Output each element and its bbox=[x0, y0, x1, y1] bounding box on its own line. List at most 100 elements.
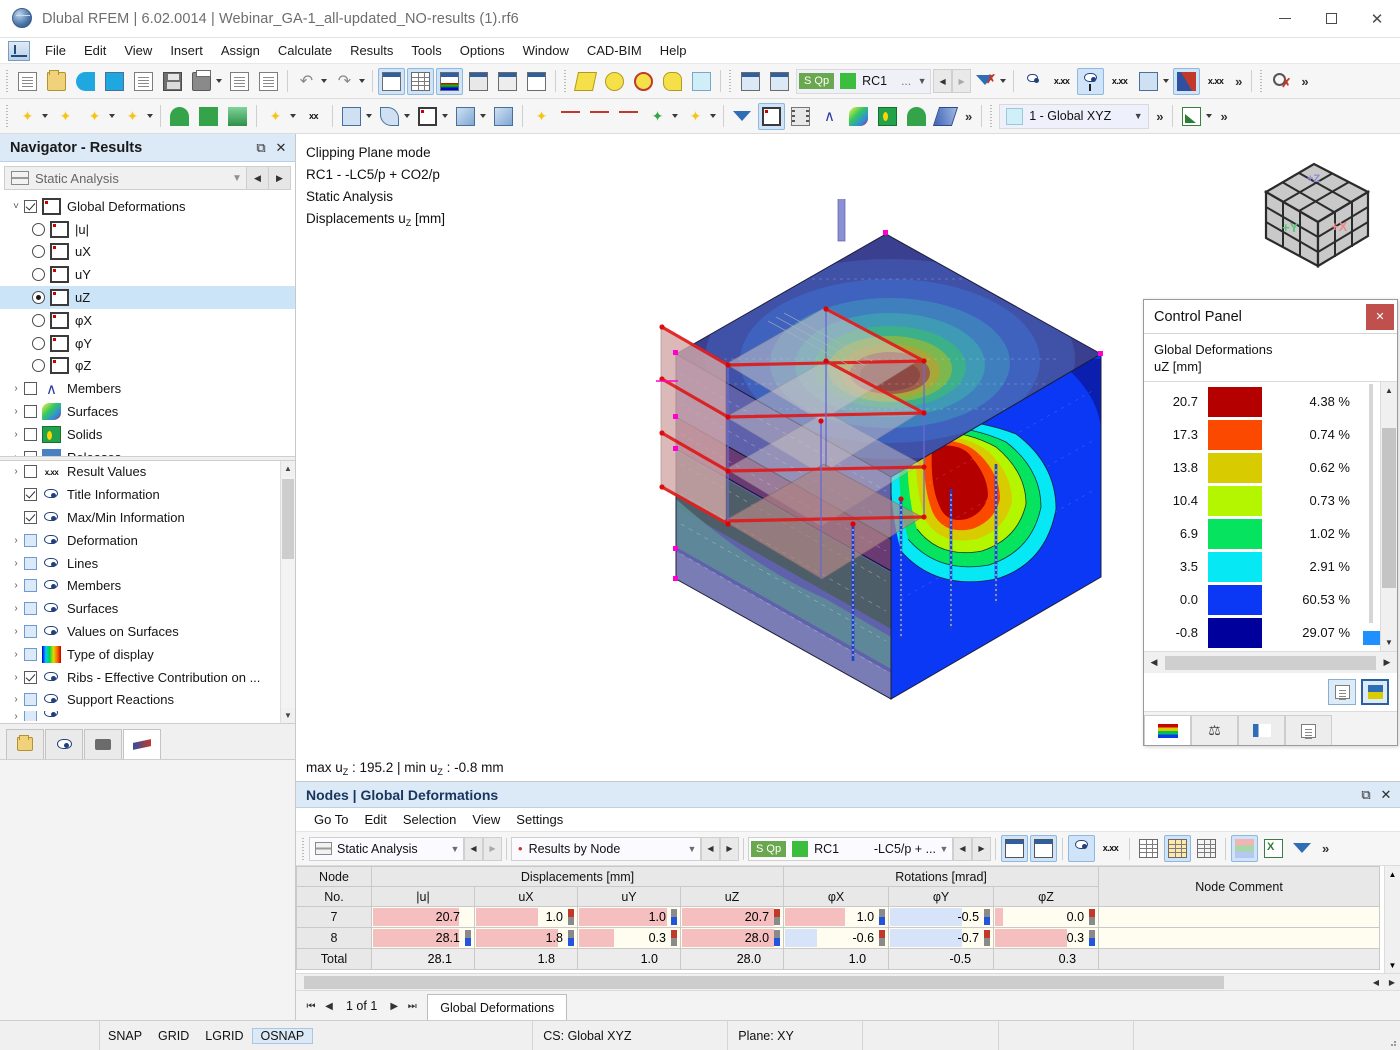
toolbar-overflow-row1[interactable]: » bbox=[1230, 74, 1247, 89]
show-results-graphically-button[interactable] bbox=[1068, 835, 1095, 862]
filter-tab[interactable] bbox=[1285, 715, 1332, 745]
legend-range-slider[interactable] bbox=[1363, 382, 1383, 651]
tree-item-uz[interactable]: uZ bbox=[0, 286, 295, 309]
collapse-chevron-icon[interactable]: › bbox=[8, 406, 24, 417]
menu-results[interactable]: Results bbox=[341, 40, 402, 61]
collapse-chevron-icon[interactable]: › bbox=[8, 466, 24, 477]
menu-help[interactable]: Help bbox=[651, 40, 696, 61]
tree-item-members[interactable]: › ∧ Members bbox=[0, 377, 295, 400]
cell-phiy[interactable]: -0.7 bbox=[888, 927, 995, 949]
checkbox[interactable] bbox=[24, 624, 37, 638]
new-curved-surface-button[interactable] bbox=[376, 103, 403, 130]
new-nodal-load-button[interactable]: ✦ bbox=[528, 103, 555, 130]
grid-toggle[interactable]: GRID bbox=[150, 1029, 197, 1043]
table-s-qp-badge[interactable]: S Qp bbox=[751, 840, 787, 857]
collapse-chevron-icon[interactable]: › bbox=[8, 672, 24, 683]
tree-item-u-abs[interactable]: |u| bbox=[0, 218, 295, 241]
new-member-button[interactable]: ✦ bbox=[81, 103, 108, 130]
zoom-reset-button[interactable]: ✗ bbox=[1268, 68, 1295, 95]
navigation-cube[interactable]: +Y +X +Z bbox=[1252, 154, 1382, 274]
hscroll-thumb[interactable] bbox=[1165, 655, 1376, 670]
chevron-down-icon[interactable]: ▼ bbox=[936, 844, 952, 854]
open-button[interactable] bbox=[43, 68, 70, 95]
toolbar-overflow-row2b[interactable]: » bbox=[1151, 109, 1168, 124]
collapse-chevron-icon[interactable]: › bbox=[8, 535, 24, 546]
table-clear-filter-button[interactable] bbox=[1193, 835, 1220, 862]
table-menu-view[interactable]: View bbox=[464, 810, 508, 829]
new-dimension-button[interactable]: ✦ bbox=[262, 103, 289, 130]
select-by-window-button[interactable] bbox=[601, 68, 628, 95]
lc-dropdown-icon[interactable]: ▼ bbox=[914, 76, 930, 86]
report-button[interactable] bbox=[523, 68, 550, 95]
previous-button[interactable]: ◀ bbox=[246, 167, 268, 189]
menu-options[interactable]: Options bbox=[451, 40, 514, 61]
legend-row[interactable]: 20.7 4.38 % bbox=[1144, 385, 1364, 418]
new-opening-dropdown-icon[interactable] bbox=[442, 114, 448, 118]
display-item-values-on-surfaces[interactable]: › Values on Surfaces bbox=[0, 620, 295, 643]
mesh-display-button[interactable] bbox=[1135, 68, 1162, 95]
collapse-chevron-icon[interactable]: › bbox=[8, 429, 24, 440]
console-button[interactable] bbox=[465, 68, 492, 95]
cell-phiy[interactable]: -0.5 bbox=[888, 906, 995, 928]
close-icon[interactable]: ✕ bbox=[1376, 785, 1396, 805]
collapse-chevron-icon[interactable]: › bbox=[8, 452, 24, 456]
tree-item-phix[interactable]: φX bbox=[0, 309, 295, 332]
clear-results-dropdown-icon[interactable] bbox=[1000, 79, 1007, 83]
cell-u-abs[interactable]: 28.1 bbox=[371, 927, 475, 949]
tree-item-phiz[interactable]: φZ bbox=[0, 355, 295, 378]
display-tree-scrollbar[interactable]: ▲ ▼ bbox=[280, 460, 295, 723]
results-by-prev-button[interactable]: ◀ bbox=[701, 836, 720, 861]
legend-row[interactable]: 13.8 0.62 % bbox=[1144, 451, 1364, 484]
results-on-surfaces-button[interactable] bbox=[1173, 67, 1201, 95]
scroll-thumb[interactable] bbox=[1382, 428, 1396, 588]
new-solid-contact-button[interactable] bbox=[490, 103, 517, 130]
members-results-button[interactable]: ∧ bbox=[816, 103, 843, 130]
scroll-left-icon[interactable]: ◀ bbox=[1368, 978, 1384, 987]
checkbox[interactable] bbox=[24, 510, 37, 524]
document-button[interactable] bbox=[255, 68, 282, 95]
checkbox[interactable] bbox=[24, 556, 37, 570]
result-values-button[interactable]: x.xx bbox=[1048, 68, 1075, 95]
new-line-load-button[interactable] bbox=[557, 103, 584, 130]
filter-button[interactable] bbox=[729, 103, 756, 130]
cell-comment[interactable] bbox=[1098, 927, 1381, 949]
dock-icon[interactable]: ⧉ bbox=[1356, 785, 1376, 805]
display-item-maxmin-information[interactable]: Max/Min Information bbox=[0, 506, 295, 529]
cell-uy[interactable]: 0.3 bbox=[577, 927, 681, 949]
table-filter-button[interactable] bbox=[1289, 835, 1316, 862]
new-curved-dropdown-icon[interactable] bbox=[404, 114, 410, 118]
cell-ux[interactable]: 1.8 bbox=[474, 927, 578, 949]
legend-row[interactable]: 10.4 0.73 % bbox=[1144, 484, 1364, 517]
new-surface-button[interactable] bbox=[338, 103, 365, 130]
checkbox[interactable] bbox=[24, 465, 37, 479]
display-item-deformation[interactable]: › Deformation bbox=[0, 529, 295, 552]
legend-row[interactable]: 0.0 60.53 % bbox=[1144, 583, 1364, 616]
cell-uz[interactable]: 20.7 bbox=[679, 906, 785, 928]
display-item-support-reactions[interactable]: › Support Reactions bbox=[0, 688, 295, 711]
chevron-down-icon[interactable]: ▼ bbox=[228, 173, 246, 184]
collapse-chevron-icon[interactable]: › bbox=[8, 626, 24, 637]
model-3d-button[interactable] bbox=[101, 68, 128, 95]
close-button[interactable]: ✕ bbox=[1354, 0, 1400, 38]
collapse-chevron-icon[interactable]: › bbox=[8, 649, 24, 660]
tree-item-phiy[interactable]: φY bbox=[0, 332, 295, 355]
scroll-down-icon[interactable]: ▼ bbox=[1381, 634, 1397, 651]
collapse-chevron-icon[interactable]: › bbox=[8, 383, 24, 394]
prev-page-icon[interactable]: ◀ bbox=[320, 1001, 338, 1012]
checkbox[interactable] bbox=[24, 579, 37, 593]
result-diagram-button[interactable] bbox=[1019, 68, 1046, 95]
table-toolbar-grip[interactable] bbox=[301, 837, 306, 860]
display-item-lines[interactable]: › Lines bbox=[0, 552, 295, 575]
cell-phix[interactable]: -0.6 bbox=[783, 927, 890, 949]
undo-button[interactable]: ↶ bbox=[293, 68, 320, 95]
surfaces-results-button[interactable] bbox=[845, 103, 872, 130]
scales-tab[interactable]: ⚖ bbox=[1191, 715, 1238, 745]
show-model-button[interactable] bbox=[758, 102, 785, 130]
menu-edit[interactable]: Edit bbox=[75, 40, 115, 61]
toolbar2-grip-2[interactable] bbox=[989, 105, 995, 127]
result-labels-button[interactable]: x.xx bbox=[1202, 68, 1229, 95]
new-line-button[interactable]: ✦ bbox=[52, 103, 79, 130]
load-case-combo[interactable]: S Qp RC1 -LC5/p + ... ▼ bbox=[748, 836, 953, 861]
project-navigator-tab[interactable] bbox=[6, 728, 44, 759]
first-page-icon[interactable]: ⏮ bbox=[302, 1001, 320, 1012]
